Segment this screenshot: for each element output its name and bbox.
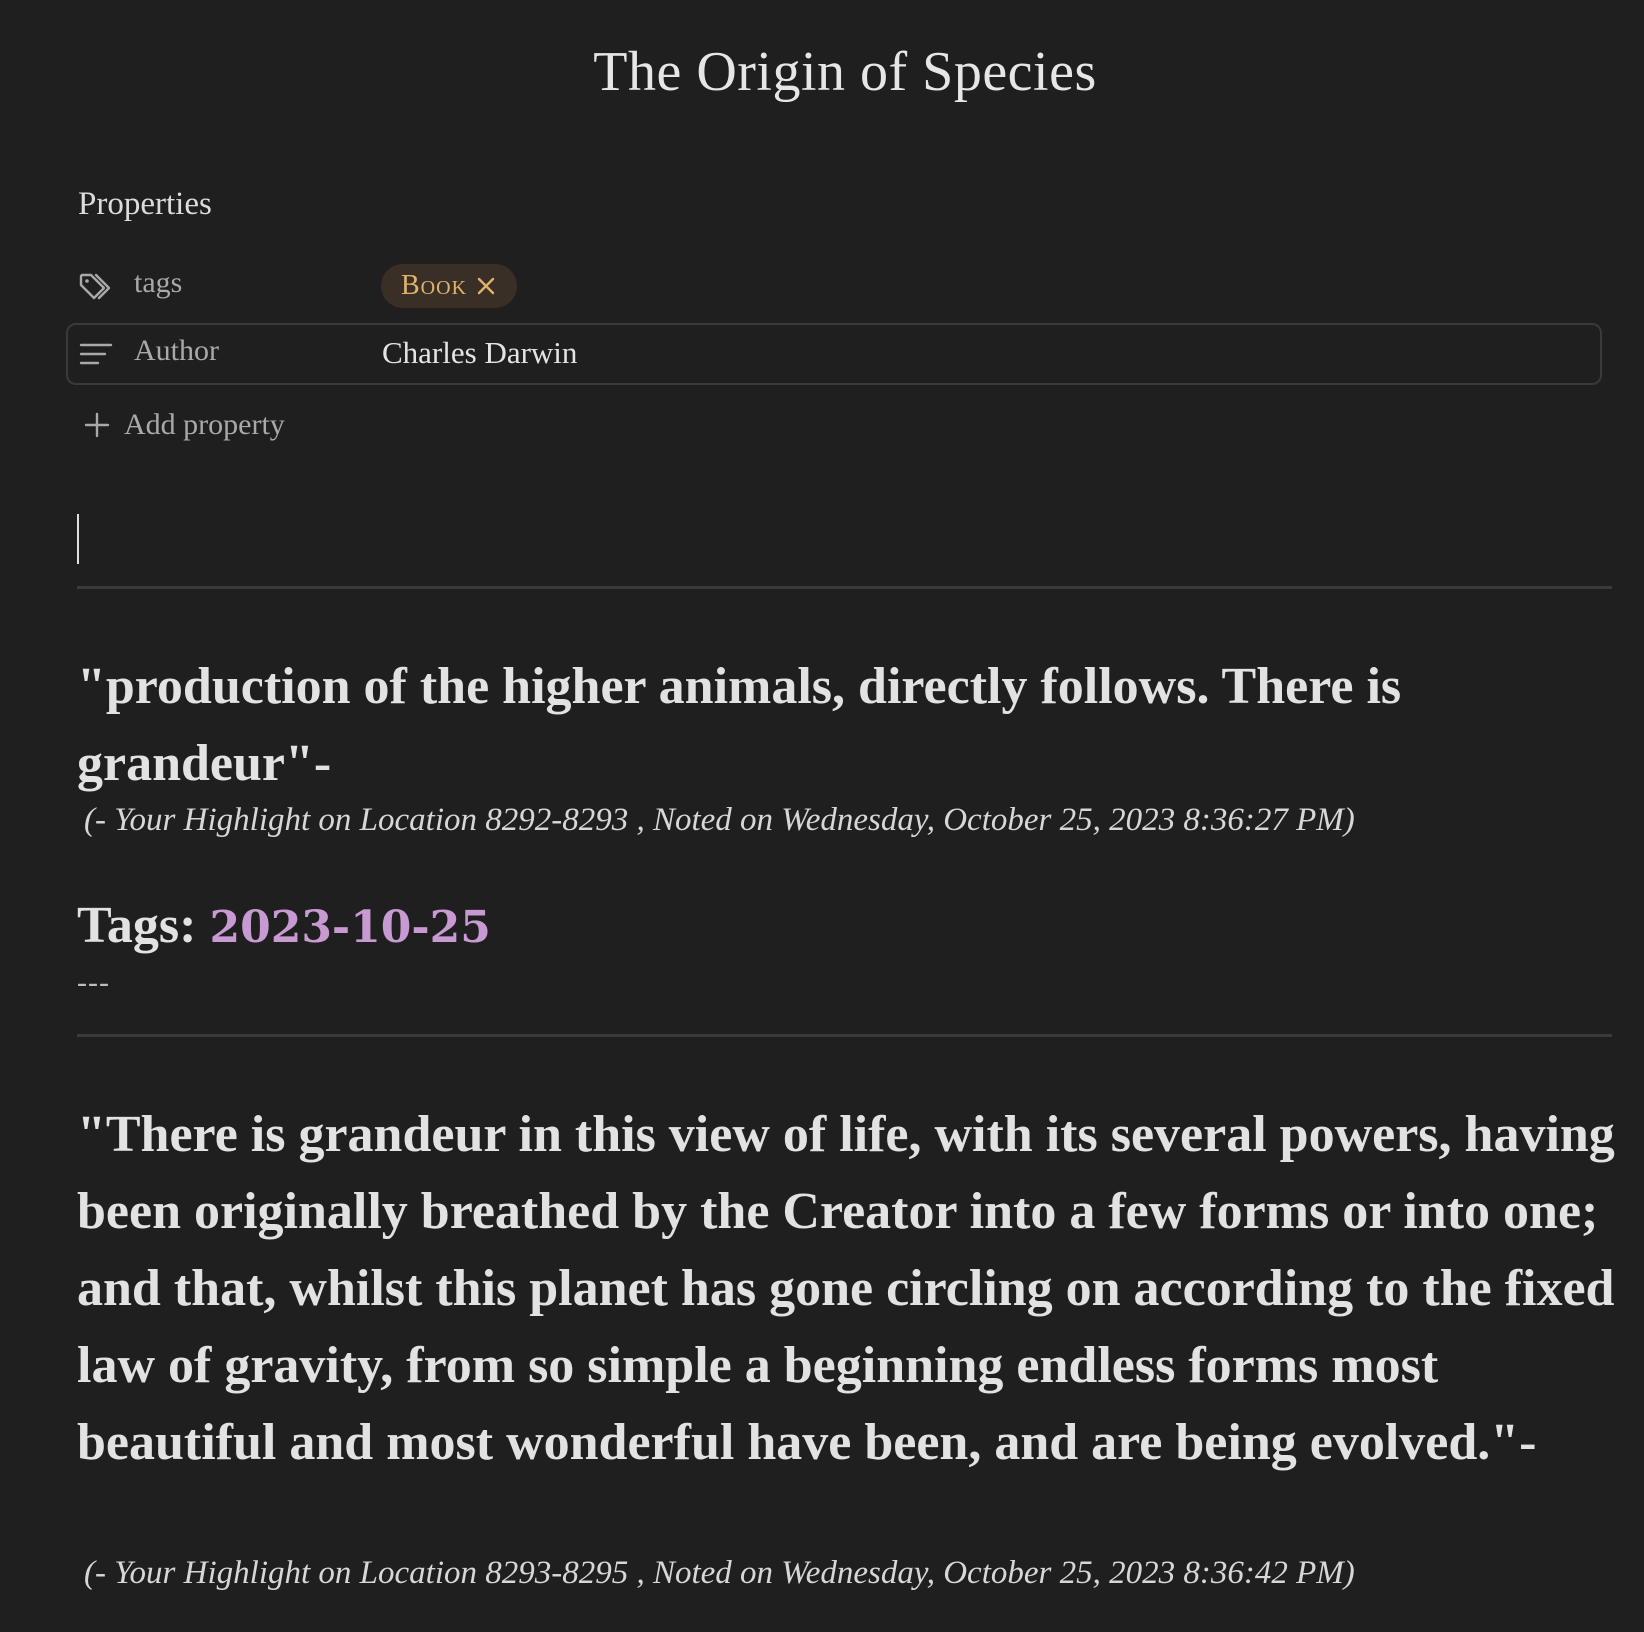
properties-heading[interactable]: Properties [78,186,212,223]
property-key-tags[interactable]: tags [134,266,182,300]
highlight-quote[interactable]: "There is grandeur in this view of life,… [77,1096,1617,1481]
tags-label: Tags: [77,897,197,954]
close-icon[interactable] [475,275,497,297]
property-key-author[interactable]: Author [134,334,219,368]
property-value-author[interactable]: Charles Darwin [382,335,577,371]
tag-pill-book[interactable]: Book [381,264,518,308]
date-tag-link[interactable]: 2023-10-25 [209,902,490,953]
add-property-button[interactable]: Add property [84,408,285,442]
plus-icon [84,412,110,438]
highlight-note[interactable]: (- Your Highlight on Location 8292-8293 … [84,802,1355,839]
tag-icon [79,273,111,300]
separator-text: --- [77,966,110,999]
highlight-note[interactable]: (- Your Highlight on Location 8293-8295 … [84,1555,1355,1592]
divider [77,1034,1612,1037]
text-lines-icon [79,343,113,365]
highlight-quote[interactable]: "production of the higher animals, direc… [77,648,1617,802]
divider [77,586,1612,589]
property-row-tags[interactable]: tags Book [66,256,1602,318]
tag-pill-label: Book [401,270,468,301]
property-row-author[interactable]: Author Charles Darwin [66,323,1602,385]
note-page: The Origin of Species Properties tags Bo… [0,0,1644,1632]
add-property-label: Add property [124,408,285,441]
page-title[interactable]: The Origin of Species [0,40,1644,104]
tags-heading: Tags: 2023-10-25 [77,896,491,955]
text-cursor [77,514,79,564]
